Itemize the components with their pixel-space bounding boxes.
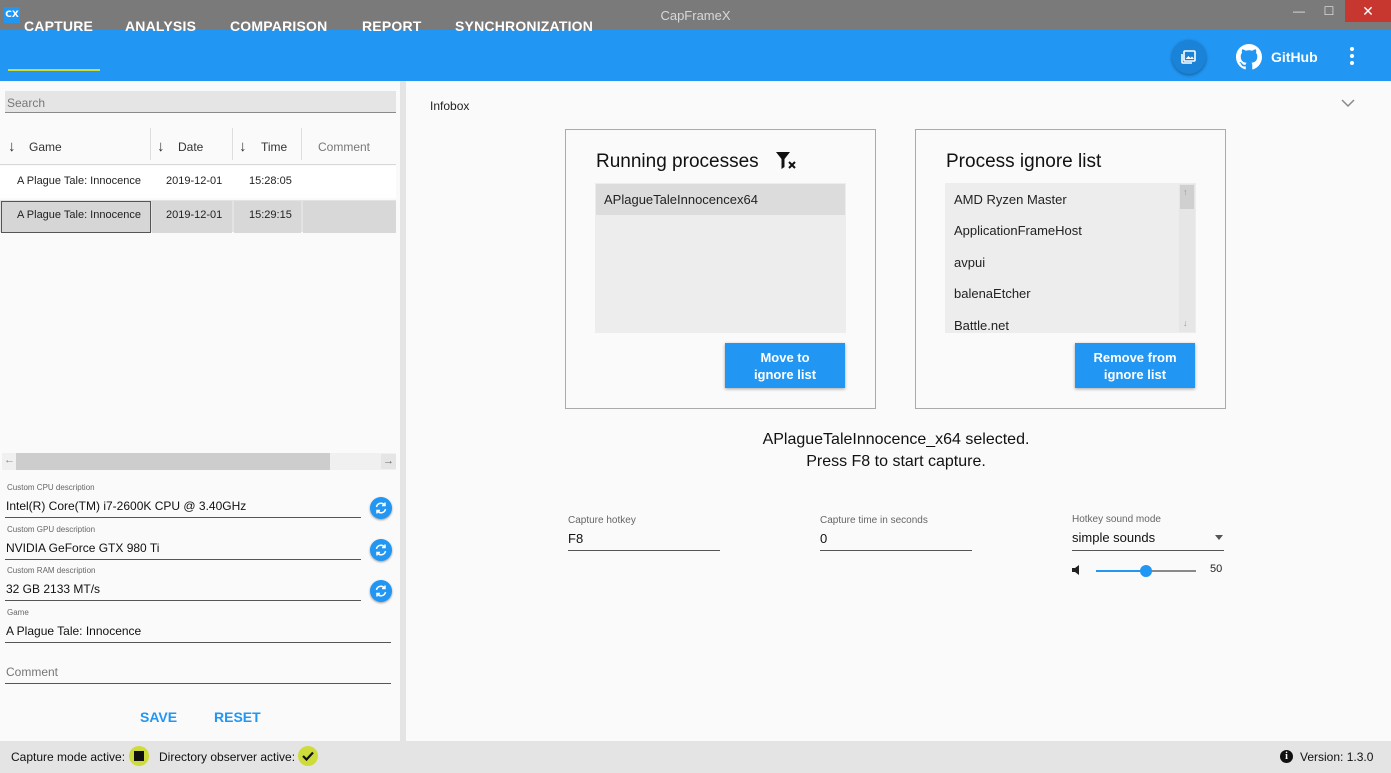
maximize-button[interactable]: ☐ — [1316, 0, 1342, 22]
sound-mode-label: Hotkey sound mode — [1072, 514, 1161, 525]
capture-time-label: Capture time in seconds — [820, 515, 928, 526]
scrollbar-thumb[interactable] — [16, 453, 330, 470]
version-label: Version: 1.3.0 — [1300, 750, 1374, 764]
volume-icon — [1072, 565, 1079, 575]
ignore-item[interactable]: ApplicationFrameHost — [954, 223, 1082, 238]
gpu-description-field[interactable]: NVIDIA GeForce GTX 980 Ti — [6, 541, 159, 555]
cpu-description-field[interactable]: Intel(R) Core(TM) i7-2600K CPU @ 3.40GHz — [6, 499, 246, 513]
stop-icon — [134, 751, 144, 761]
capture-hotkey-field[interactable]: F8 — [568, 531, 583, 546]
screenshot-button[interactable] — [1172, 40, 1206, 74]
reset-button[interactable]: RESET — [214, 709, 261, 725]
capture-time-field[interactable]: 0 — [820, 531, 827, 546]
scroll-left-icon[interactable]: ← — [4, 454, 15, 466]
cell-date: 2019-12-01 — [166, 175, 223, 187]
ignore-item[interactable]: balenaEtcher — [954, 286, 1031, 301]
github-link[interactable]: GitHub — [1271, 49, 1318, 65]
directory-observer-label: Directory observer active: — [159, 750, 296, 764]
field-underline — [820, 550, 972, 551]
window-title: CapFrameX — [660, 8, 731, 23]
cell-game: A Plague Tale: Innocence — [17, 175, 141, 187]
ram-description-field[interactable]: 32 GB 2133 MT/s — [6, 582, 100, 596]
column-header-game[interactable]: Game — [29, 140, 62, 154]
field-underline — [5, 683, 391, 684]
tab-synchronization[interactable]: SYNCHRONIZATION — [455, 18, 593, 34]
chevron-down-icon[interactable] — [1340, 97, 1356, 109]
selection-message: APlagueTaleInnocence_x64 selected. — [762, 431, 1030, 448]
save-button[interactable]: SAVE — [140, 709, 177, 725]
move-to-ignore-list-button[interactable]: Move to ignore list — [725, 343, 845, 388]
scroll-down-icon[interactable]: ↓ — [1183, 318, 1188, 328]
field-underline — [1072, 550, 1224, 551]
search-input[interactable] — [5, 91, 396, 113]
sound-mode-select[interactable]: simple sounds — [1072, 530, 1155, 545]
ignore-item[interactable]: avpui — [954, 255, 985, 270]
field-underline — [5, 642, 391, 643]
ignore-item[interactable]: AMD Ryzen Master — [954, 192, 1067, 207]
scroll-up-icon[interactable]: ↑ — [1183, 187, 1188, 197]
image-gallery-icon — [1181, 50, 1196, 64]
column-separator — [150, 128, 151, 160]
cell-time: 15:28:05 — [249, 175, 292, 187]
volume-slider-thumb[interactable] — [1140, 565, 1152, 577]
process-item[interactable]: APlagueTaleInnocencex64 — [604, 192, 758, 207]
ignore-item[interactable]: Battle.net — [954, 318, 1009, 333]
game-field[interactable]: A Plague Tale: Innocence — [6, 624, 141, 638]
comment-field[interactable]: Comment — [6, 665, 58, 679]
cpu-description-label: Custom CPU description — [7, 483, 95, 492]
minimize-button[interactable]: — — [1286, 0, 1312, 22]
refresh-icon — [375, 544, 387, 556]
dropdown-arrow-icon[interactable] — [1215, 535, 1223, 540]
capture-mode-label: Capture mode active: — [11, 750, 126, 764]
cell-background — [303, 201, 396, 233]
refresh-icon — [375, 502, 387, 514]
capture-hotkey-label: Capture hotkey — [568, 515, 636, 526]
column-header-time[interactable]: Time — [261, 140, 287, 154]
running-processes-title: Running processes — [596, 151, 759, 172]
ram-description-label: Custom RAM description — [7, 566, 96, 575]
tab-capture[interactable]: CAPTURE — [24, 18, 93, 34]
sort-arrow-icon: ↓ — [157, 138, 165, 155]
github-icon[interactable] — [1236, 44, 1262, 70]
more-menu-icon[interactable] — [1344, 44, 1360, 68]
checkmark-icon — [302, 751, 314, 762]
volume-value: 50 — [1210, 563, 1223, 575]
tab-report[interactable]: REPORT — [362, 18, 422, 34]
column-separator — [301, 128, 302, 160]
filter-clear-icon[interactable] — [776, 152, 798, 170]
field-underline — [5, 600, 361, 601]
cell-time: 15:29:15 — [249, 209, 292, 221]
refresh-gpu-button[interactable] — [370, 539, 392, 561]
remove-from-ignore-list-button[interactable]: Remove from ignore list — [1075, 343, 1195, 388]
volume-slider-rest — [1146, 570, 1196, 572]
infobox-label: Infobox — [430, 99, 470, 113]
refresh-ram-button[interactable] — [370, 580, 392, 602]
gpu-description-label: Custom GPU description — [7, 525, 96, 534]
column-header-comment[interactable]: Comment — [318, 140, 370, 154]
field-underline — [568, 550, 720, 551]
game-label: Game — [7, 608, 29, 617]
field-underline — [5, 559, 361, 560]
active-tab-indicator — [8, 69, 100, 71]
refresh-cpu-button[interactable] — [370, 497, 392, 519]
tab-analysis[interactable]: ANALYSIS — [125, 18, 196, 34]
search-placeholder: Search — [7, 96, 46, 110]
sort-arrow-icon: ↓ — [239, 138, 247, 155]
header-divider — [0, 164, 396, 165]
cell-game: A Plague Tale: Innocence — [17, 209, 141, 221]
info-icon[interactable]: i — [1280, 750, 1293, 763]
field-underline — [5, 517, 361, 518]
column-header-date[interactable]: Date — [178, 140, 203, 154]
scroll-right-icon[interactable]: → — [381, 454, 396, 469]
right-panel — [406, 81, 1391, 741]
process-ignore-list-title: Process ignore list — [946, 151, 1102, 172]
capture-instruction: Press F8 to start capture. — [806, 453, 986, 470]
cell-date: 2019-12-01 — [166, 209, 223, 221]
sort-arrow-icon: ↓ — [8, 138, 16, 155]
column-separator — [232, 128, 233, 160]
close-button[interactable]: ✕ — [1345, 0, 1391, 22]
refresh-icon — [375, 585, 387, 597]
directory-observer-indicator — [298, 746, 318, 766]
tab-comparison[interactable]: COMPARISON — [230, 18, 327, 34]
